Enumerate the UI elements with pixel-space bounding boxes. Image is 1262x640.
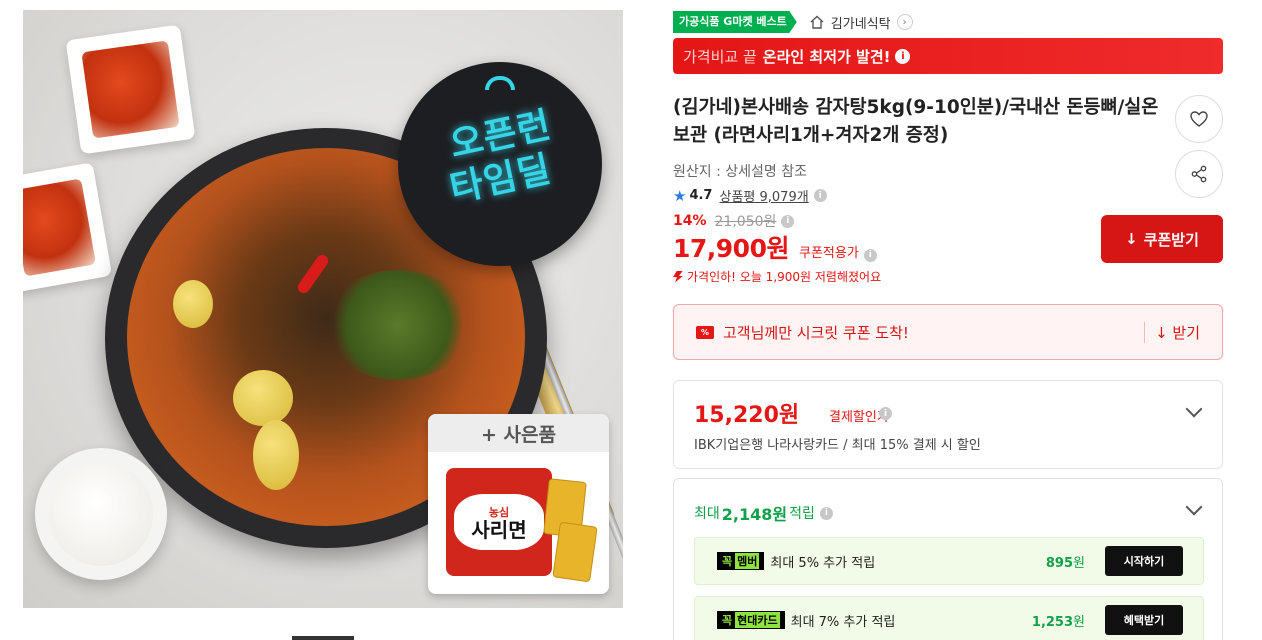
info-icon[interactable]: i	[781, 214, 795, 228]
gift-header: + 사은품	[428, 414, 609, 452]
hyundai-card-tag: 꼭 현대카드	[717, 611, 785, 629]
info-icon[interactable]: i	[813, 189, 827, 202]
kimchi-plate-image	[65, 24, 196, 155]
product-main-image[interactable]: 오픈런 타임딜 + 사은품 농심 사리면	[23, 10, 623, 608]
rating-row: ★ 4.7 상품평 9,079개 i	[673, 186, 827, 205]
points-row-text: 최대 7% 추가 적립	[790, 614, 896, 630]
chevron-right-icon: ›	[896, 14, 913, 30]
info-icon[interactable]: i	[819, 506, 833, 520]
mustard-packet-image	[552, 521, 598, 583]
original-price: 21,050원	[714, 214, 777, 230]
price-compare-banner[interactable]: 가격비교 끝 온라인 최저가 발견! i	[673, 38, 1223, 74]
discount-row: 14% 21,050원 i	[673, 211, 795, 231]
chevron-down-icon[interactable]	[1185, 400, 1203, 418]
info-icon[interactable]: i	[863, 248, 877, 262]
category-best-badge[interactable]: 가공식품 G마켓 베스트	[673, 11, 797, 33]
wishlist-button[interactable]	[1175, 95, 1223, 143]
discount-rate: 14%	[673, 213, 707, 229]
price-row: 17,900원 쿠폰적용가 i	[673, 229, 877, 265]
rating-score: 4.7	[689, 188, 713, 203]
secret-coupon-get-button[interactable]: ↓ 받기	[1144, 322, 1200, 343]
product-page: 오픈런 타임딜 + 사은품 농심 사리면 가공식품 G마켓 베스트 김가네식탁 …	[0, 0, 1262, 640]
points-max-amount: 2,148원	[721, 505, 788, 524]
price-banner-strong: 온라인 최저가 발견!	[762, 47, 891, 66]
bolt-icon	[673, 270, 683, 283]
info-icon[interactable]: i	[895, 48, 911, 64]
get-benefit-button[interactable]: 혜택받기	[1105, 605, 1183, 635]
points-row-hyundai-card: 꼭 현대카드 최대 7% 추가 적립 1,253원 혜택받기	[694, 596, 1204, 640]
points-row-amount: 1,253원	[1031, 614, 1085, 630]
kimchi-plate-image	[23, 162, 113, 293]
points-row-amount: 895원	[1045, 555, 1085, 571]
ramen-name: 사리면	[471, 517, 527, 542]
origin-info: 원산지 : 상세설명 참조	[673, 164, 807, 180]
coupon-price-label: 쿠폰적용가	[798, 246, 859, 261]
membership-tag: 꼭 멤버	[717, 552, 765, 570]
store-link[interactable]: 김가네식탁 ›	[809, 13, 913, 32]
price-banner-lead: 가격비교 끝	[683, 47, 757, 66]
star-icon: ★	[673, 186, 687, 205]
download-icon: ↓	[1125, 230, 1138, 248]
chevron-down-icon[interactable]	[1185, 498, 1203, 516]
store-name: 김가네식탁	[830, 16, 891, 32]
gift-box: + 사은품 농심 사리면	[428, 414, 609, 594]
heart-icon	[1190, 111, 1208, 127]
product-title: (김가네)본사배송 감자탕5kg(9-10인분)/국내산 돈등뼈/실온보관 (라…	[673, 97, 1159, 146]
header-badge-row: 가공식품 G마켓 베스트 김가네식탁 ›	[673, 10, 913, 34]
info-icon[interactable]: i	[879, 407, 892, 420]
secret-coupon-message: 고객님께만 시크릿 쿠폰 도착!	[723, 323, 909, 342]
share-icon	[1191, 165, 1207, 183]
start-membership-button[interactable]: 시작하기	[1105, 546, 1183, 576]
pay-discount-box[interactable]: 15,220원 결제할인가 i IBK기업은행 나라사랑카드 / 최대 15% …	[673, 380, 1223, 469]
secret-coupon-banner[interactable]: % 고객님께만 시크릿 쿠폰 도착! ↓ 받기	[673, 304, 1223, 360]
price-drop-note: 가격인하! 오늘 1,900원 저렴해졌어요	[673, 268, 881, 285]
get-coupon-label: 쿠폰받기	[1143, 230, 1199, 249]
home-icon	[810, 15, 824, 29]
pay-discount-amount: 15,220원	[694, 403, 800, 428]
coupon-tag-icon: %	[696, 325, 714, 339]
get-coupon-button[interactable]: ↓ 쿠폰받기	[1101, 215, 1223, 263]
points-row-membership: 꼭 멤버 최대 5% 추가 적립 895원 시작하기	[694, 537, 1204, 585]
review-count-link[interactable]: 상품평 9,079개	[719, 186, 808, 205]
points-row-text: 최대 5% 추가 적립	[770, 555, 876, 571]
share-button[interactable]	[1175, 150, 1223, 198]
image-slide-indicator[interactable]	[292, 636, 354, 640]
points-title: 최대 2,148원 적립 i	[694, 501, 833, 525]
points-box: 최대 2,148원 적립 i 꼭 멤버 최대 5% 추가 적립 895원 시작하…	[673, 478, 1223, 640]
sale-price: 17,900원	[673, 234, 789, 263]
pay-discount-description: IBK기업은행 나라사랑카드 / 최대 15% 결제 시 할인	[694, 438, 981, 453]
ramen-package-image: 농심 사리면	[446, 468, 552, 576]
